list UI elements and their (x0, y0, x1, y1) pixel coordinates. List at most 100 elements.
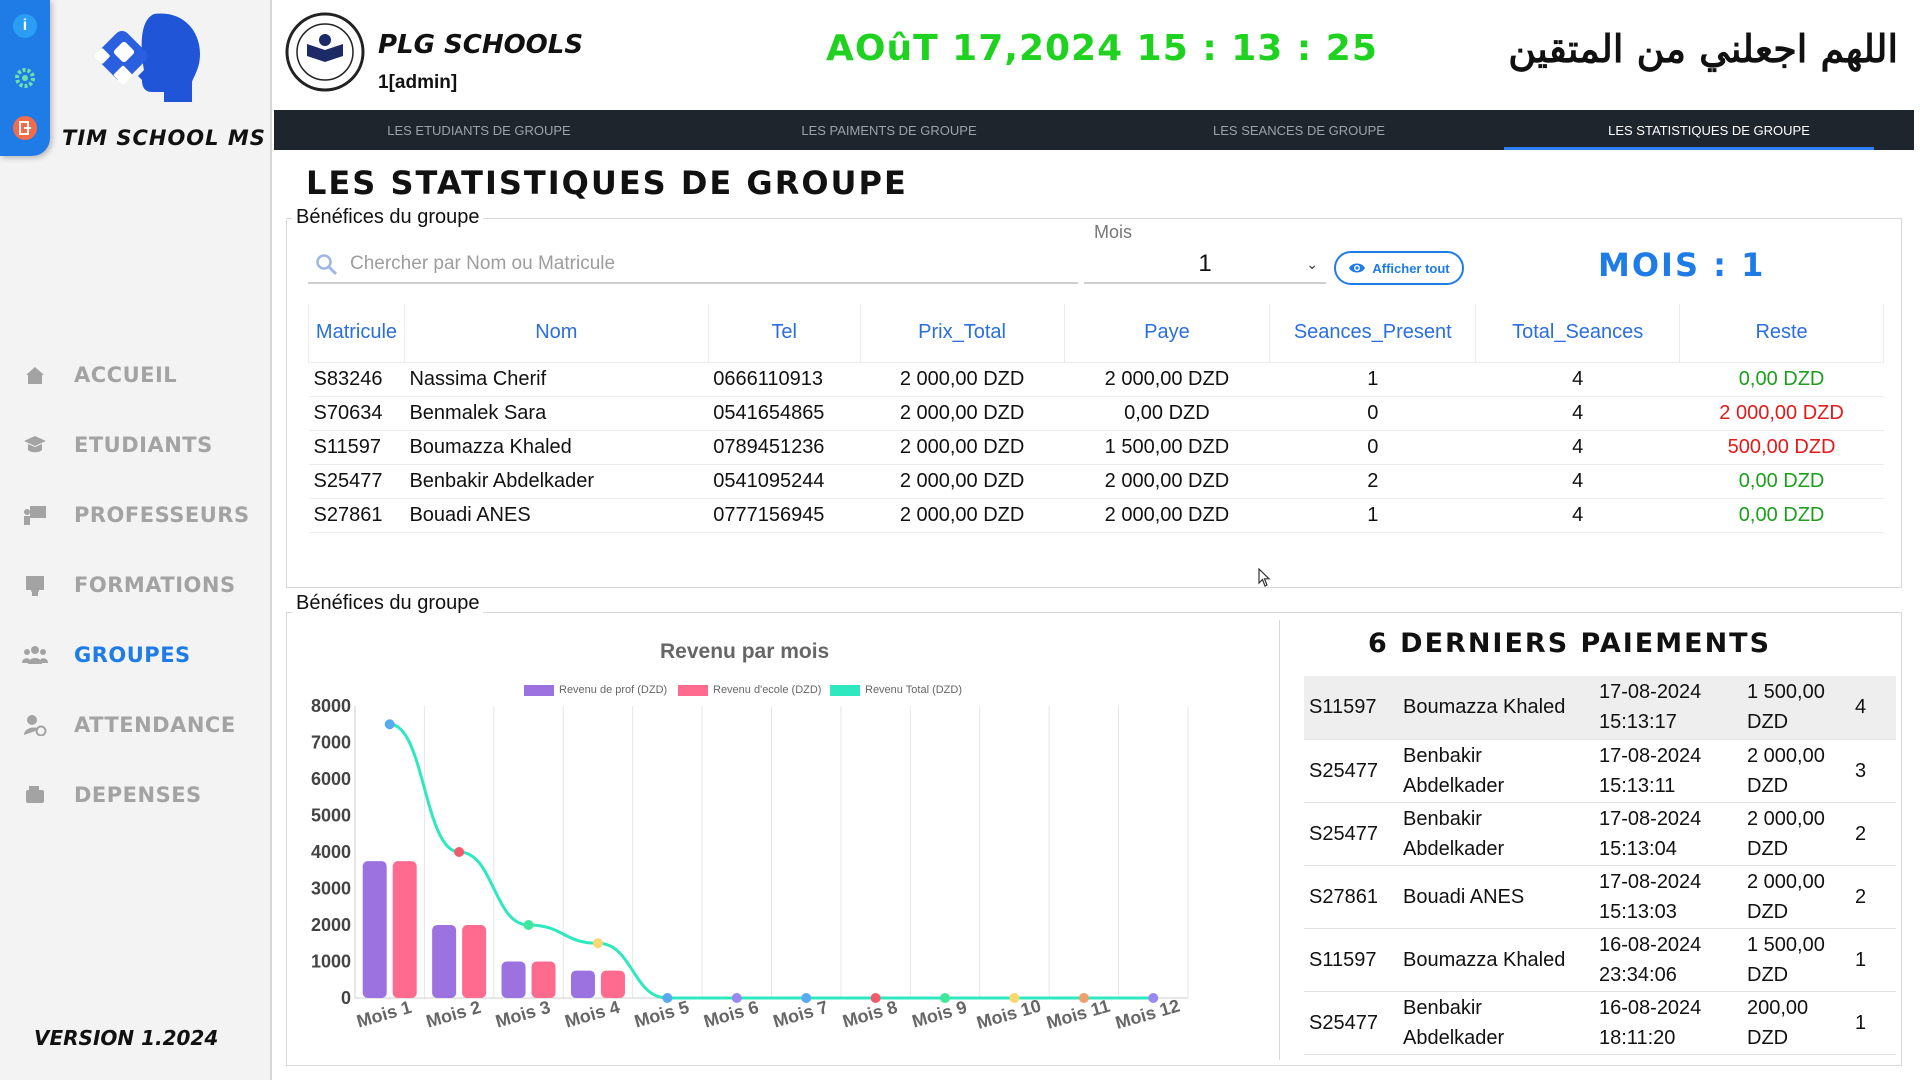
tab-etudiants[interactable]: LES ETUDIANTS DE GROUPE (274, 110, 684, 150)
payment-amount: 2 000,00 (1747, 744, 1825, 767)
cell-prix: 2 000,00 DZD (860, 464, 1064, 499)
table-row[interactable]: S27861 Bouadi ANES 17-08-2024 15:13:03 2 … (1304, 865, 1896, 929)
cell-total: 4 (1475, 396, 1680, 431)
cell-matricule: S83246 (308, 362, 405, 397)
certificate-icon (22, 572, 48, 598)
chart-point (592, 938, 603, 949)
cell-nom: Benbakir Abdelkader (404, 464, 709, 499)
y-tick-label: 6000 (311, 769, 351, 789)
x-tick-label: Mois 5 (632, 997, 691, 1032)
table-row[interactable]: S70634 Benmalek Sara 0541654865 2 000,00… (308, 396, 1884, 431)
x-tick-label: Mois 2 (424, 997, 483, 1032)
payment-time: 18:11:20 (1599, 1026, 1676, 1049)
table-row[interactable]: S25477 Benbakir Abdelkader 17-08-2024 15:1… (1304, 739, 1896, 803)
cell-tel: 0666110913 (708, 362, 861, 397)
cell-datetime: 17-08-2024 15:13:11 (1594, 739, 1742, 803)
column-header-seances-present[interactable]: Seances_Present (1269, 304, 1477, 363)
payment-currency: DZD (1747, 711, 1789, 734)
payment-date: 16-08-2024 (1599, 933, 1702, 956)
table-row[interactable]: S25477 Benbakir Abdelkader 16-08-2024 18:1… (1304, 991, 1896, 1055)
brand-name: TIM SCHOOL MS (62, 126, 266, 150)
graduation-cap-icon (22, 432, 48, 458)
sidebar-item-etudiants[interactable]: ETUDIANTS (0, 410, 270, 480)
payment-time: 15:13:17 (1599, 711, 1677, 734)
info-icon[interactable]: i (13, 14, 37, 38)
cell-matricule: S27861 (1304, 865, 1398, 929)
payment-currency: DZD (1747, 837, 1789, 860)
table-row[interactable]: S83246 Nassima Cherif 0666110913 2 000,0… (308, 362, 1884, 397)
search-input[interactable]: Chercher par Nom ou Matricule (308, 246, 1078, 284)
sidebar-item-accueil[interactable]: ACCUEIL (0, 340, 270, 410)
column-header-reste[interactable]: Reste (1679, 304, 1884, 363)
table-row[interactable]: S11597 Boumazza Khaled 0789451236 2 000,… (308, 430, 1884, 465)
column-header-paye[interactable]: Paye (1063, 304, 1271, 363)
mois-select[interactable]: 1 ⌄ (1084, 246, 1326, 284)
sidebar-item-label: ACCUEIL (74, 363, 178, 387)
cell-matricule: S11597 (1304, 928, 1398, 992)
sidebar-item-depenses[interactable]: DEPENSES (0, 760, 270, 830)
payment-name-line2: Abdelkader (1403, 1026, 1505, 1049)
table-row[interactable]: S11597 Boumazza Khaled 17-08-2024 15:13:1… (1304, 676, 1896, 740)
cell-present: 1 (1269, 498, 1476, 533)
sidebar-item-label: PROFESSEURS (74, 503, 250, 527)
payment-amount: 1 500,00 (1747, 933, 1825, 956)
home-icon (22, 362, 48, 388)
column-header-nom[interactable]: Nom (403, 304, 709, 363)
header: PLG SCHOOLS 1[admin] AOûT 17,2024 15 : 1… (272, 0, 1920, 110)
sidebar-item-label: FORMATIONS (74, 573, 236, 597)
cell-matricule: S25477 (1304, 991, 1398, 1055)
cell-datetime: 17-08-2024 15:13:04 (1594, 802, 1742, 866)
cell-present: 2 (1269, 464, 1476, 499)
mois-select-value: 1 (1198, 250, 1212, 277)
payment-amount: 2 000,00 (1747, 807, 1825, 830)
wallet-icon (22, 782, 48, 808)
y-tick-label: 2000 (311, 915, 351, 935)
tab-seances[interactable]: LES SEANCES DE GROUPE (1094, 110, 1504, 150)
sidebar-item-professeurs[interactable]: PROFESSEURS (0, 480, 270, 550)
cell-matricule: S27861 (308, 498, 405, 533)
column-header-matricule[interactable]: Matricule (308, 304, 405, 363)
cell-nom: Boumazza Khaled (1398, 676, 1594, 740)
table-row[interactable]: S11597 Boumazza Khaled 16-08-2024 23:34:0… (1304, 928, 1896, 992)
column-header-total-seances[interactable]: Total_Seances (1475, 304, 1681, 363)
cell-seances: 4 (1850, 676, 1896, 740)
mois-label: Mois (1094, 222, 1133, 242)
cell-matricule: S25477 (1304, 739, 1398, 803)
cell-reste: 500,00 DZD (1679, 430, 1884, 465)
cell-total: 4 (1475, 362, 1680, 397)
payment-amount: 1 500,00 (1747, 681, 1825, 704)
column-header-tel[interactable]: Tel (707, 304, 861, 363)
sidebar-item-formations[interactable]: FORMATIONS (0, 550, 270, 620)
cell-datetime: 17-08-2024 15:13:17 (1594, 676, 1742, 740)
show-all-button[interactable]: Afficher tout (1334, 251, 1464, 285)
payment-date: 17-08-2024 (1599, 807, 1702, 830)
table-row[interactable]: S25477 Benbakir Abdelkader 17-08-2024 15:1… (1304, 802, 1896, 866)
cell-amount: 2 000,00 DZD (1742, 802, 1850, 866)
payment-name: Benbakir (1403, 744, 1482, 767)
revenue-chart: 8000 7000 6000 5000 4000 3000 2000 1000 0 Mois 1 M… (311, 696, 1189, 1033)
logout-icon[interactable] (13, 116, 37, 140)
x-tick-label: Mois 4 (563, 997, 622, 1032)
cell-nom: Benmalek Sara (404, 396, 709, 431)
cell-paye: 2 000,00 DZD (1064, 464, 1270, 499)
table-row[interactable]: S25477 Benbakir Abdelkader 0541095244 2 … (308, 464, 1884, 499)
chart-bar (362, 861, 387, 998)
payment-time: 15:13:03 (1599, 900, 1677, 923)
column-header-prix[interactable]: Prix_Total (859, 304, 1065, 363)
cell-seances: 1 (1850, 928, 1896, 992)
tab-paiments[interactable]: LES PAIMENTS DE GROUPE (684, 110, 1094, 150)
users-icon (22, 642, 48, 668)
chart-title: Revenu par mois (660, 640, 830, 663)
chart-point (1078, 993, 1089, 1003)
cell-present: 1 (1269, 362, 1476, 397)
y-tick-label: 4000 (311, 842, 351, 862)
chart-bar (501, 961, 526, 998)
chart-point (454, 847, 465, 857)
sidebar-item-label: ETUDIANTS (74, 433, 213, 457)
sidebar-item-attendance[interactable]: ATTENDANCE (0, 690, 270, 760)
tab-statistiques[interactable]: LES STATISTIQUES DE GROUPE (1504, 110, 1914, 150)
table-row[interactable]: S27861 Bouadi ANES 0777156945 2 000,00 D… (308, 498, 1884, 533)
sidebar-item-groupes[interactable]: GROUPES (0, 620, 270, 690)
app-version: VERSION 1.2024 (34, 1026, 219, 1050)
gear-icon[interactable] (13, 66, 37, 90)
